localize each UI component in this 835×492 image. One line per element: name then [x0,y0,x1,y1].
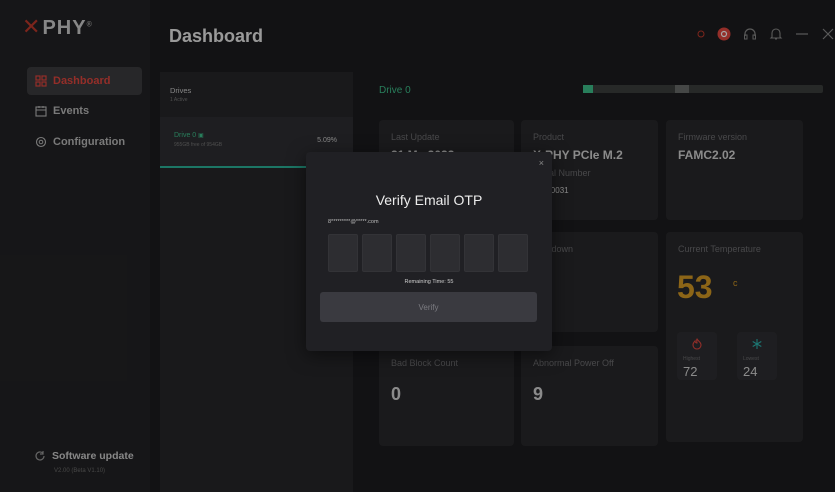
remaining-time: Remaining Time: 55 [404,279,454,285]
verify-otp-dialog: × Verify Email OTP 8*********@*****.com … [306,152,552,351]
otp-input-group [328,234,528,272]
otp-digit-input[interactable] [396,234,426,272]
verify-button[interactable]: Verify [320,292,537,322]
close-icon[interactable]: × [539,158,544,168]
otp-digit-input[interactable] [362,234,392,272]
otp-digit-input[interactable] [498,234,528,272]
dialog-title: Verify Email OTP [375,192,483,208]
app-window: ✕PHY® Dashboard Events Configuration Sof… [0,0,835,492]
masked-email: 8*********@*****.com [328,219,379,225]
otp-digit-input[interactable] [328,234,358,272]
otp-digit-input[interactable] [464,234,494,272]
otp-digit-input[interactable] [430,234,460,272]
